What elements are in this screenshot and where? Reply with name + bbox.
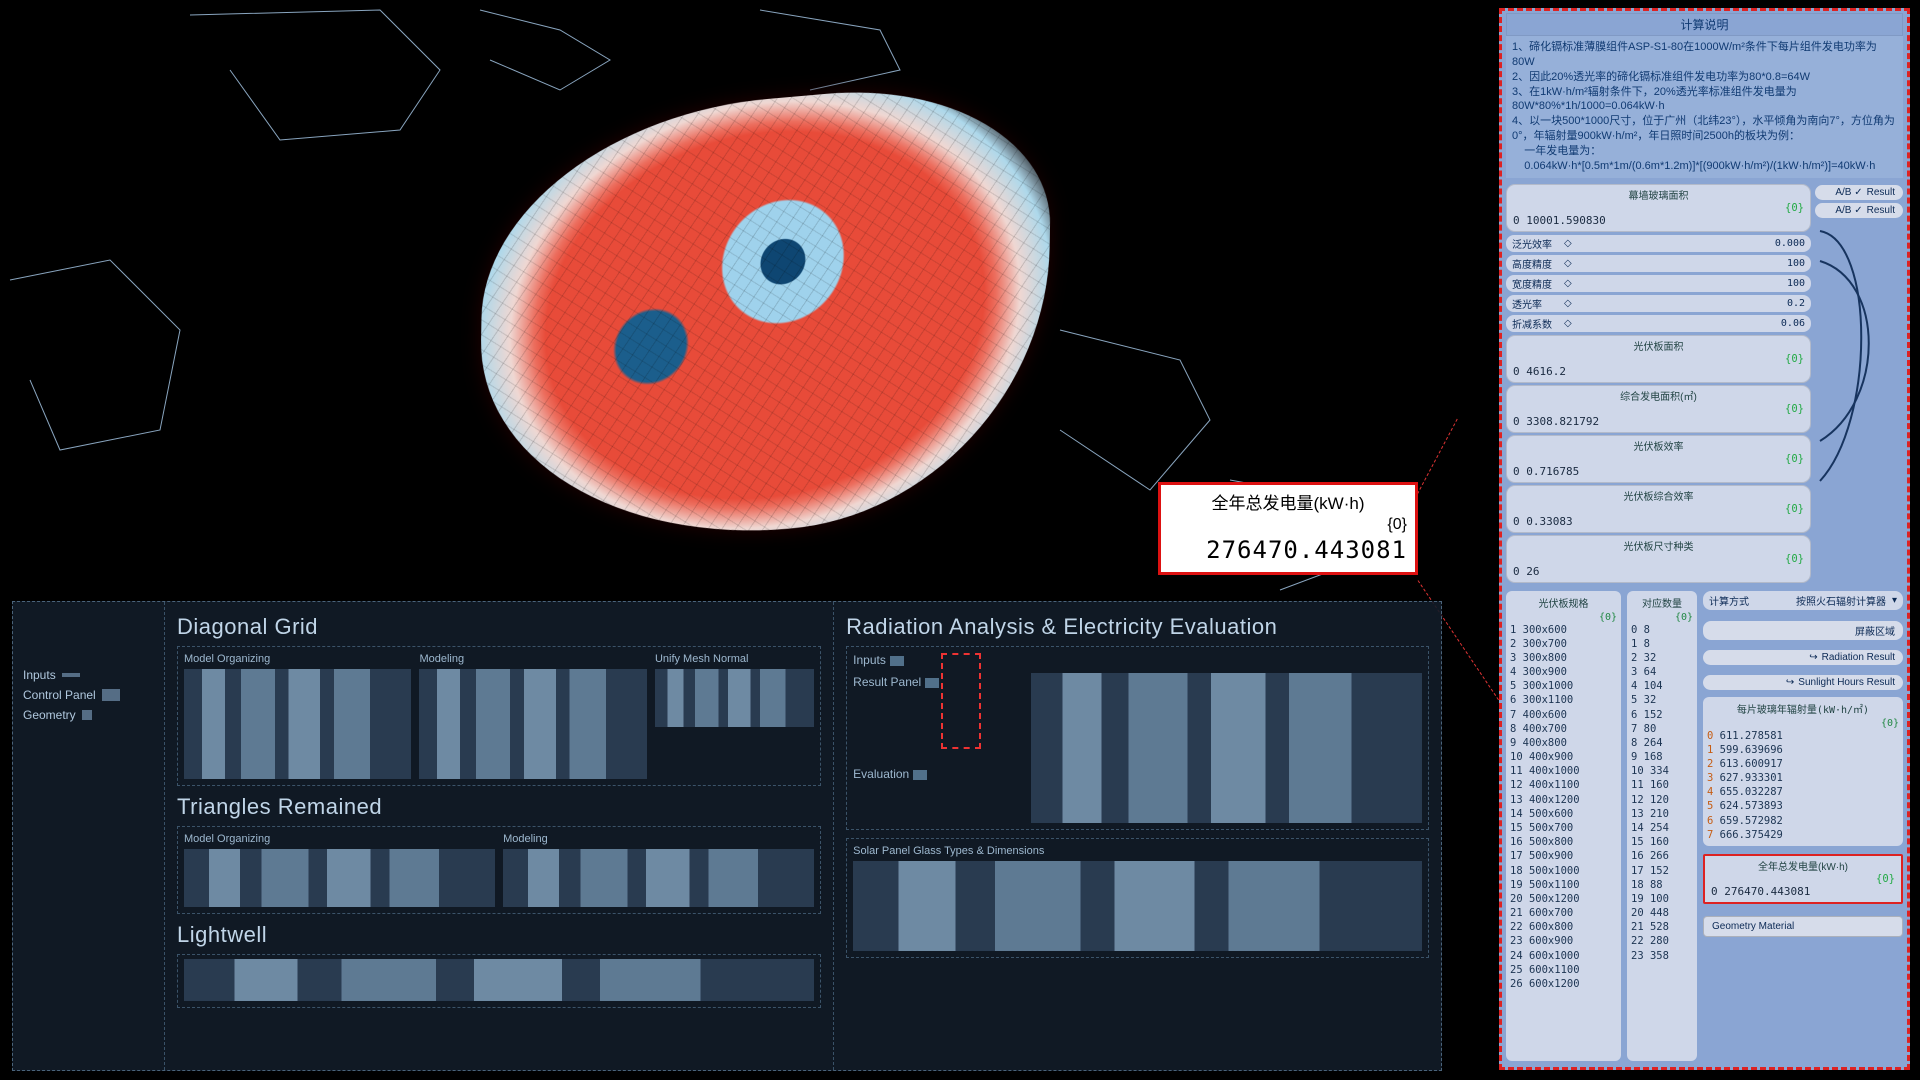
slider-width-resolution[interactable]: 宽度精度◇100 (1506, 275, 1811, 292)
readout-pv-combined-eff: 光伏板综合效率 {0} 0 0.33083 (1506, 485, 1811, 533)
model-organizing-label: Model Organizing (184, 653, 411, 665)
evaluation-label: Evaluation (853, 767, 1023, 781)
result-button[interactable]: A/B ✓Result (1815, 185, 1903, 200)
node-cluster[interactable] (655, 669, 814, 727)
readout-glass-area: 幕墙玻璃面积 {0} 0 10001.590830 (1506, 184, 1811, 232)
inspector-title: 计算说明 (1506, 13, 1903, 36)
annual-generation-callout: 全年总发电量(kW·h) {0} 276470.443081 (1158, 482, 1418, 575)
readout-pv-dim-types: 光伏板尺寸种类 {0} 0 26 (1506, 535, 1811, 583)
inputs-label: Inputs (853, 653, 1422, 667)
readout-generation-area: 综合发电面积(㎡) {0} 0 3308.821792 (1506, 385, 1811, 433)
model-organizing-label: Model Organizing (184, 833, 495, 845)
node-cluster[interactable] (184, 959, 814, 1001)
radiation-analysis-title: Radiation Analysis & Electricity Evaluat… (846, 614, 1429, 640)
callout-value: 276470.443081 (1169, 536, 1407, 564)
geometry-material-button[interactable]: Geometry Material (1703, 916, 1903, 937)
node-cluster[interactable] (184, 849, 495, 907)
analysis-mesh[interactable] (477, 74, 1052, 556)
legend-panel: Inputs Control Panel Geometry (13, 602, 165, 1070)
node-cluster[interactable] (419, 669, 646, 779)
result-panel-highlight (941, 653, 981, 749)
sunlight-hours-result-button[interactable]: ↪ Sunlight Hours Result (1703, 675, 1903, 690)
result-panel-label: Result Panel (853, 675, 1023, 689)
node-cluster[interactable] (184, 669, 411, 779)
legend-inputs: Inputs (23, 668, 154, 682)
inspector-panel[interactable]: 计算说明 1、碲化镉标准薄膜组件ASP-S1-80在1000W/m²条件下每片组… (1499, 8, 1910, 1070)
calculation-notes: 1、碲化镉标准薄膜组件ASP-S1-80在1000W/m²条件下每片组件发电功率… (1506, 36, 1903, 178)
slider-luminous-efficiency[interactable]: 泛光效率◇0.000 (1506, 235, 1811, 252)
calc-method-selector[interactable]: 计算方式 按照火石辐射计算器▾ (1703, 591, 1903, 610)
diagonal-grid-title: Diagonal Grid (177, 614, 821, 640)
callout-title: 全年总发电量(kW·h) (1169, 489, 1407, 514)
legend-geometry: Geometry (23, 708, 154, 722)
lightwell-title: Lightwell (177, 922, 821, 948)
radiation-per-panel-table[interactable]: 每片玻璃年辐射量(kW·h/㎡) {0} 0 611.2785811 599.6… (1703, 697, 1903, 846)
slider-height-resolution[interactable]: 高度精度◇100 (1506, 255, 1811, 272)
slider-reduction-coeff[interactable]: 折减系数◇0.06 (1506, 315, 1811, 332)
pv-quantity-table[interactable]: 对应数量 {0} 0 81 82 323 644 1045 326 1527 8… (1627, 591, 1697, 1061)
modeling-label: Modeling (419, 653, 646, 665)
definition-overview-panel[interactable]: Inputs Control Panel Geometry Diagonal G… (12, 601, 1442, 1071)
node-cluster[interactable] (853, 861, 1422, 951)
mask-area-button[interactable]: 屏蔽区域 (1703, 621, 1903, 640)
readout-pv-efficiency: 光伏板效率 {0} 0 0.716785 (1506, 435, 1811, 483)
radiation-result-button[interactable]: ↪ Radiation Result (1703, 650, 1903, 665)
readout-pv-area: 光伏板面积 {0} 0 4616.2 (1506, 335, 1811, 383)
legend-control-panel: Control Panel (23, 688, 154, 702)
wire-connections-icon (1815, 221, 1901, 521)
annual-generation-readout: 全年总发电量(kW·h) {0} 0 276470.443081 (1703, 854, 1903, 904)
slider-transmittance[interactable]: 透光率◇0.2 (1506, 295, 1811, 312)
node-cluster[interactable] (1031, 673, 1422, 823)
result-button[interactable]: A/B ✓Result (1815, 203, 1903, 218)
triangles-remained-title: Triangles Remained (177, 794, 821, 820)
node-cluster[interactable] (503, 849, 814, 907)
solar-panel-types-label: Solar Panel Glass Types & Dimensions (853, 845, 1422, 857)
callout-index: {0} (1169, 514, 1407, 536)
modeling-label: Modeling (503, 833, 814, 845)
unify-mesh-normal-label: Unify Mesh Normal (655, 653, 814, 665)
pv-dimension-table[interactable]: 光伏板规格 {0} 1 300x6002 300x7003 300x8004 3… (1506, 591, 1621, 1061)
